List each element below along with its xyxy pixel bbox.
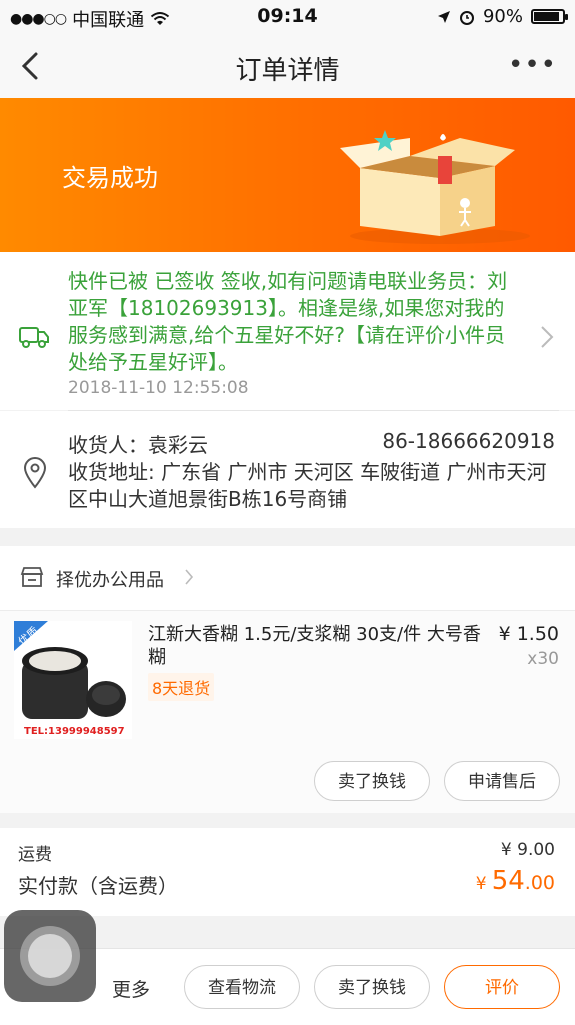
assistive-touch-button[interactable] <box>4 910 96 1002</box>
alarm-icon <box>459 10 474 25</box>
thumb-tel: TEL:13999948597 <box>24 726 125 737</box>
review-button[interactable]: 评价 <box>444 965 560 1009</box>
product-title[interactable]: 江新大香糊 1.5元/支浆糊 30支/件 大号香糊 <box>148 623 494 669</box>
battery-icon <box>531 9 568 24</box>
store-icon <box>20 567 44 587</box>
receiver-name: 收货人：袁彩云 <box>68 433 208 457</box>
after-sale-button[interactable]: 申请售后 <box>444 761 560 801</box>
open-box-illustration <box>340 130 530 244</box>
shop-name: 择优办公用品 <box>56 570 164 591</box>
more-button[interactable]: 更多 <box>112 975 150 1002</box>
logistics-time: 2018-11-10 12:55:08 <box>68 378 249 398</box>
order-status-text: 交易成功 <box>62 164 158 192</box>
shipping-value: ¥ 9.00 <box>500 840 555 860</box>
shipping-address: 收货地址: 广东省 广州市 天河区 车陂街道 广州市天河区中山大道旭景街B栋16… <box>68 460 547 511</box>
paid-label: 实付款（含运费） <box>18 874 178 898</box>
paid-amount: ¥ 54.00 <box>476 866 555 896</box>
nav-bar: 订单详情 ••• <box>0 34 575 99</box>
receiver-phone: 86-18666620918 <box>382 429 555 453</box>
chevron-right-icon <box>541 326 554 348</box>
battery-percent: 90% <box>482 6 523 27</box>
product-thumbnail[interactable]: 优质 TEL:13999948597 <box>14 621 132 739</box>
truck-icon <box>19 327 49 348</box>
paid-decimal: .00 <box>524 872 555 894</box>
order-status-banner: 交易成功 <box>0 98 575 252</box>
order-totals: 运费 ¥ 9.00 实付款（含运费） ¥ 54.00 <box>0 828 575 916</box>
return-policy-badge: 8天退货 <box>148 673 215 701</box>
currency-symbol: ¥ <box>475 874 487 894</box>
location-arrow-icon <box>437 10 450 23</box>
chevron-right-icon <box>185 569 194 585</box>
battery-level <box>534 12 559 21</box>
product-image: 优质 TEL:13999948597 <box>14 621 132 739</box>
product-quantity: x30 <box>527 649 559 669</box>
page-title: 订单详情 <box>235 56 340 86</box>
more-menu-icon[interactable]: ••• <box>508 50 557 80</box>
status-bar: ●●●○○ 中国联通 09:14 90% <box>0 0 575 34</box>
logistics-section[interactable]: 快件已被 已签收 签收,如有问题请电联业务员：刘亚军【18102693913】。… <box>0 252 575 410</box>
logistics-message: 快件已被 已签收 签收,如有问题请电联业务员：刘亚军【18102693913】。… <box>68 269 508 374</box>
sell-button[interactable]: 卖了换钱 <box>314 761 430 801</box>
status-right: 90% <box>437 6 568 27</box>
product-item[interactable]: 优质 TEL:13999948597 江新大香糊 1.5元/支浆糊 30支/件 … <box>0 610 575 813</box>
assistive-touch-center <box>28 934 72 978</box>
paid-integer: 54 <box>491 866 525 896</box>
view-logistics-button[interactable]: 查看物流 <box>184 965 300 1009</box>
sell-button[interactable]: 卖了换钱 <box>314 965 430 1009</box>
shipping-label: 运费 <box>18 845 52 865</box>
address-section: 收货人：袁彩云 86-18666620918 收货地址: 广东省 广州市 天河区… <box>0 411 575 528</box>
location-pin-icon <box>23 457 47 489</box>
product-price: ¥ 1.50 <box>498 623 559 645</box>
shop-header[interactable]: 择优办公用品 <box>0 546 575 610</box>
